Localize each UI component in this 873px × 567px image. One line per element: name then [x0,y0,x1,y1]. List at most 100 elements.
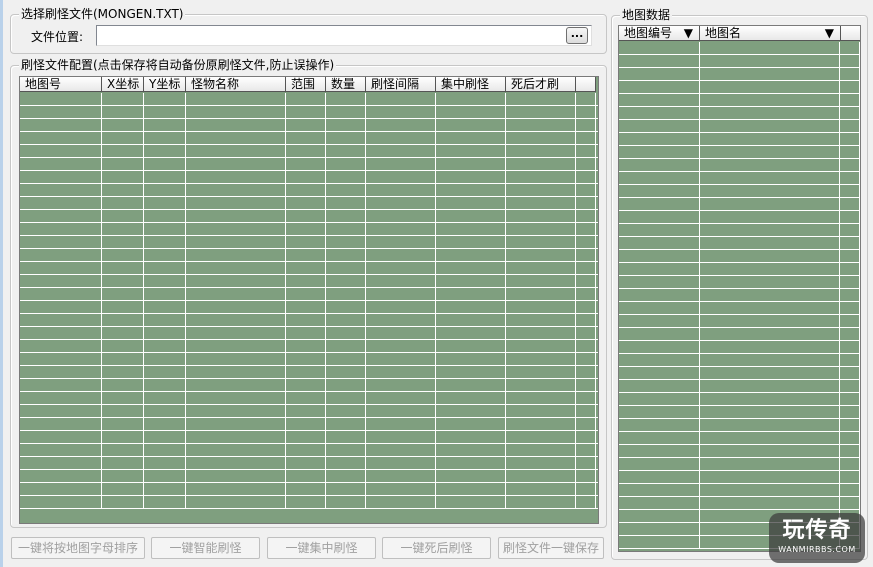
config-table-cell[interactable] [186,366,286,378]
map-table-cell[interactable] [700,55,841,67]
map-column-header[interactable] [841,26,860,41]
map-table-cell[interactable] [840,107,860,119]
map-table-cell[interactable] [700,406,841,418]
config-table-cell[interactable] [102,392,144,404]
config-table-cell[interactable] [506,392,576,404]
map-table-cell[interactable] [700,484,841,496]
config-table-cell[interactable] [186,197,286,209]
config-table-cell[interactable] [144,353,186,365]
spawn-config-grid[interactable]: 地图号 X坐标 Y坐标 怪物名称 范围 数量 刷怪间隔 集中刷怪 死后才刷 [19,76,599,524]
config-table-cell[interactable] [576,93,596,105]
config-table-cell[interactable] [366,366,436,378]
map-table-cell[interactable] [619,133,700,145]
config-table-cell[interactable] [576,418,596,430]
map-table-cell[interactable] [700,393,841,405]
map-table-cell[interactable] [619,354,700,366]
config-table-cell[interactable] [20,327,102,339]
config-table-cell[interactable] [286,392,326,404]
config-table-cell[interactable] [186,457,286,469]
config-table-cell[interactable] [186,262,286,274]
config-table-cell[interactable] [286,314,326,326]
config-table-cell[interactable] [20,145,102,157]
map-table-cell[interactable] [840,94,860,106]
map-table-cell[interactable] [700,328,841,340]
config-table-cell[interactable] [186,353,286,365]
smart-spawn-button[interactable]: 一键智能刷怪 [151,537,260,559]
config-table-cell[interactable] [144,288,186,300]
config-table-cell[interactable] [366,327,436,339]
config-table-cell[interactable] [326,405,366,417]
config-table-cell[interactable] [326,457,366,469]
config-table-cell[interactable] [20,119,102,131]
map-table-cell[interactable] [840,185,860,197]
map-table-cell[interactable] [840,172,860,184]
config-table-cell[interactable] [20,210,102,222]
map-table-cell[interactable] [619,107,700,119]
config-table-cell[interactable] [366,171,436,183]
map-table-cell[interactable] [619,367,700,379]
config-table-row[interactable] [20,145,598,158]
config-table-cell[interactable] [576,197,596,209]
map-table-cell[interactable] [700,341,841,353]
map-table-cell[interactable] [840,276,860,288]
config-table-cell[interactable] [102,145,144,157]
config-table-row[interactable] [20,301,598,314]
config-table-cell[interactable] [436,483,506,495]
config-table-cell[interactable] [286,483,326,495]
map-table-cell[interactable] [700,120,841,132]
config-table-cell[interactable] [286,301,326,313]
config-table-cell[interactable] [102,197,144,209]
config-table-cell[interactable] [576,405,596,417]
map-table-row[interactable] [619,172,860,185]
config-table-cell[interactable] [436,210,506,222]
map-table-cell[interactable] [619,523,700,535]
config-table-cell[interactable] [20,93,102,105]
config-table-cell[interactable] [102,470,144,482]
map-table-cell[interactable] [619,510,700,522]
config-table-cell[interactable] [366,145,436,157]
config-table-cell[interactable] [102,379,144,391]
config-table-cell[interactable] [326,496,366,508]
config-table-cell[interactable] [436,470,506,482]
config-table-row[interactable] [20,418,598,431]
config-table-cell[interactable] [20,184,102,196]
map-table-cell[interactable] [619,185,700,197]
config-table-cell[interactable] [20,223,102,235]
config-table-cell[interactable] [144,93,186,105]
map-table-row[interactable] [619,263,860,276]
map-table-cell[interactable] [840,237,860,249]
config-table-cell[interactable] [186,301,286,313]
config-table-cell[interactable] [286,93,326,105]
config-column-header[interactable]: 集中刷怪 [436,77,506,92]
config-table-cell[interactable] [366,418,436,430]
config-table-cell[interactable] [102,327,144,339]
map-table-cell[interactable] [619,172,700,184]
map-table-cell[interactable] [840,484,860,496]
config-table-cell[interactable] [144,106,186,118]
config-table-row[interactable] [20,431,598,444]
map-table-cell[interactable] [619,380,700,392]
config-table-cell[interactable] [436,327,506,339]
map-table-cell[interactable] [700,250,841,262]
config-table-cell[interactable] [286,457,326,469]
map-table-row[interactable] [619,328,860,341]
config-table-cell[interactable] [102,353,144,365]
config-table-cell[interactable] [366,106,436,118]
map-table-cell[interactable] [700,302,841,314]
map-table-cell[interactable] [619,406,700,418]
config-table-cell[interactable] [102,223,144,235]
config-table-cell[interactable] [102,158,144,170]
config-table-row[interactable] [20,197,598,210]
config-column-header[interactable]: 怪物名称 [186,77,286,92]
map-table-cell[interactable] [700,185,841,197]
config-table-cell[interactable] [186,249,286,261]
map-table-cell[interactable] [700,354,841,366]
map-table-row[interactable] [619,146,860,159]
config-table-cell[interactable] [186,405,286,417]
map-table-cell[interactable] [700,432,841,444]
config-table-cell[interactable] [326,431,366,443]
map-table-cell[interactable] [840,445,860,457]
config-table-cell[interactable] [506,496,576,508]
map-data-grid[interactable]: 地图编号 ▼ 地图名 ▼ [618,25,861,552]
map-table-cell[interactable] [700,367,841,379]
